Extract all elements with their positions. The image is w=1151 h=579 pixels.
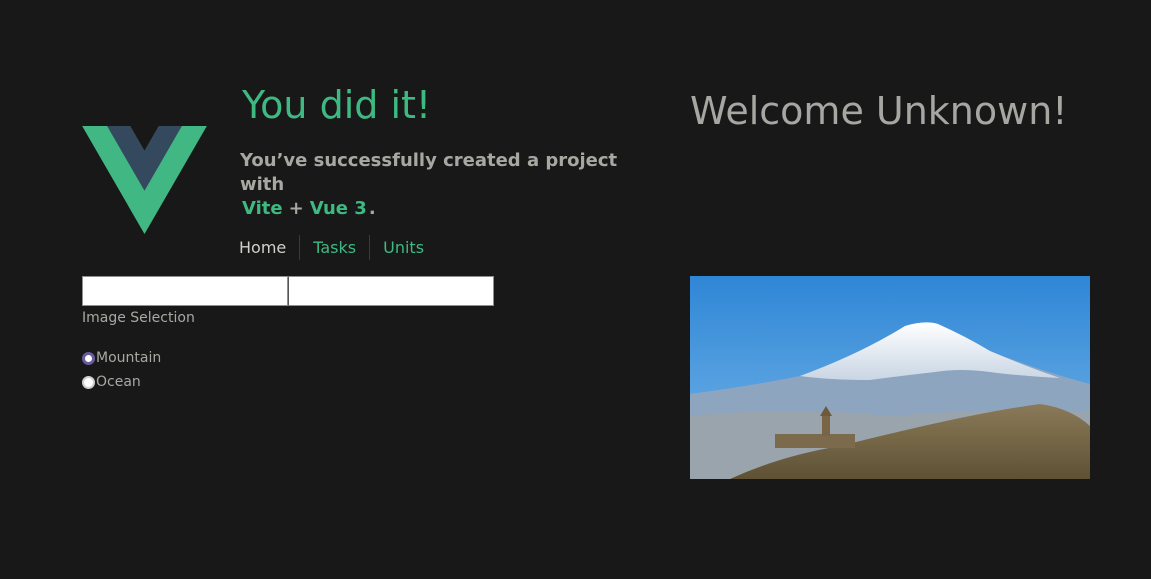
hero-subtitle: You’ve successfully created a project wi… <box>240 149 620 221</box>
nav-tasks[interactable]: Tasks <box>299 235 369 260</box>
radio-option-mountain[interactable]: Mountain <box>82 348 161 368</box>
welcome-heading: Welcome Unknown! <box>690 89 1068 133</box>
hero-subtitle-text: You’ve successfully created a project wi… <box>240 150 618 195</box>
nav-units[interactable]: Units <box>369 235 437 260</box>
text-input-2[interactable] <box>288 276 494 306</box>
radio-checked-icon[interactable] <box>82 351 95 365</box>
period: . <box>368 198 376 219</box>
radio-option-ocean[interactable]: Ocean <box>82 372 141 392</box>
vite-link[interactable]: Vite <box>240 198 285 219</box>
radio-label-ocean: Ocean <box>96 374 141 390</box>
main-nav: Home Tasks Units <box>226 235 437 260</box>
radio-label-mountain: Mountain <box>96 350 162 366</box>
plus-sign: + <box>288 198 304 219</box>
vue-logo <box>82 126 207 234</box>
vue-link[interactable]: Vue 3 <box>308 198 369 219</box>
image-selection-label: Image Selection <box>82 310 195 326</box>
nav-home[interactable]: Home <box>226 235 299 260</box>
radio-unchecked-icon[interactable] <box>82 375 95 389</box>
hero-title: You did it! <box>242 83 432 127</box>
text-input-1[interactable] <box>82 276 288 306</box>
app-page: You did it! You’ve successfully created … <box>0 0 1151 579</box>
input-group <box>82 276 494 306</box>
mountain-photo <box>690 276 1090 479</box>
